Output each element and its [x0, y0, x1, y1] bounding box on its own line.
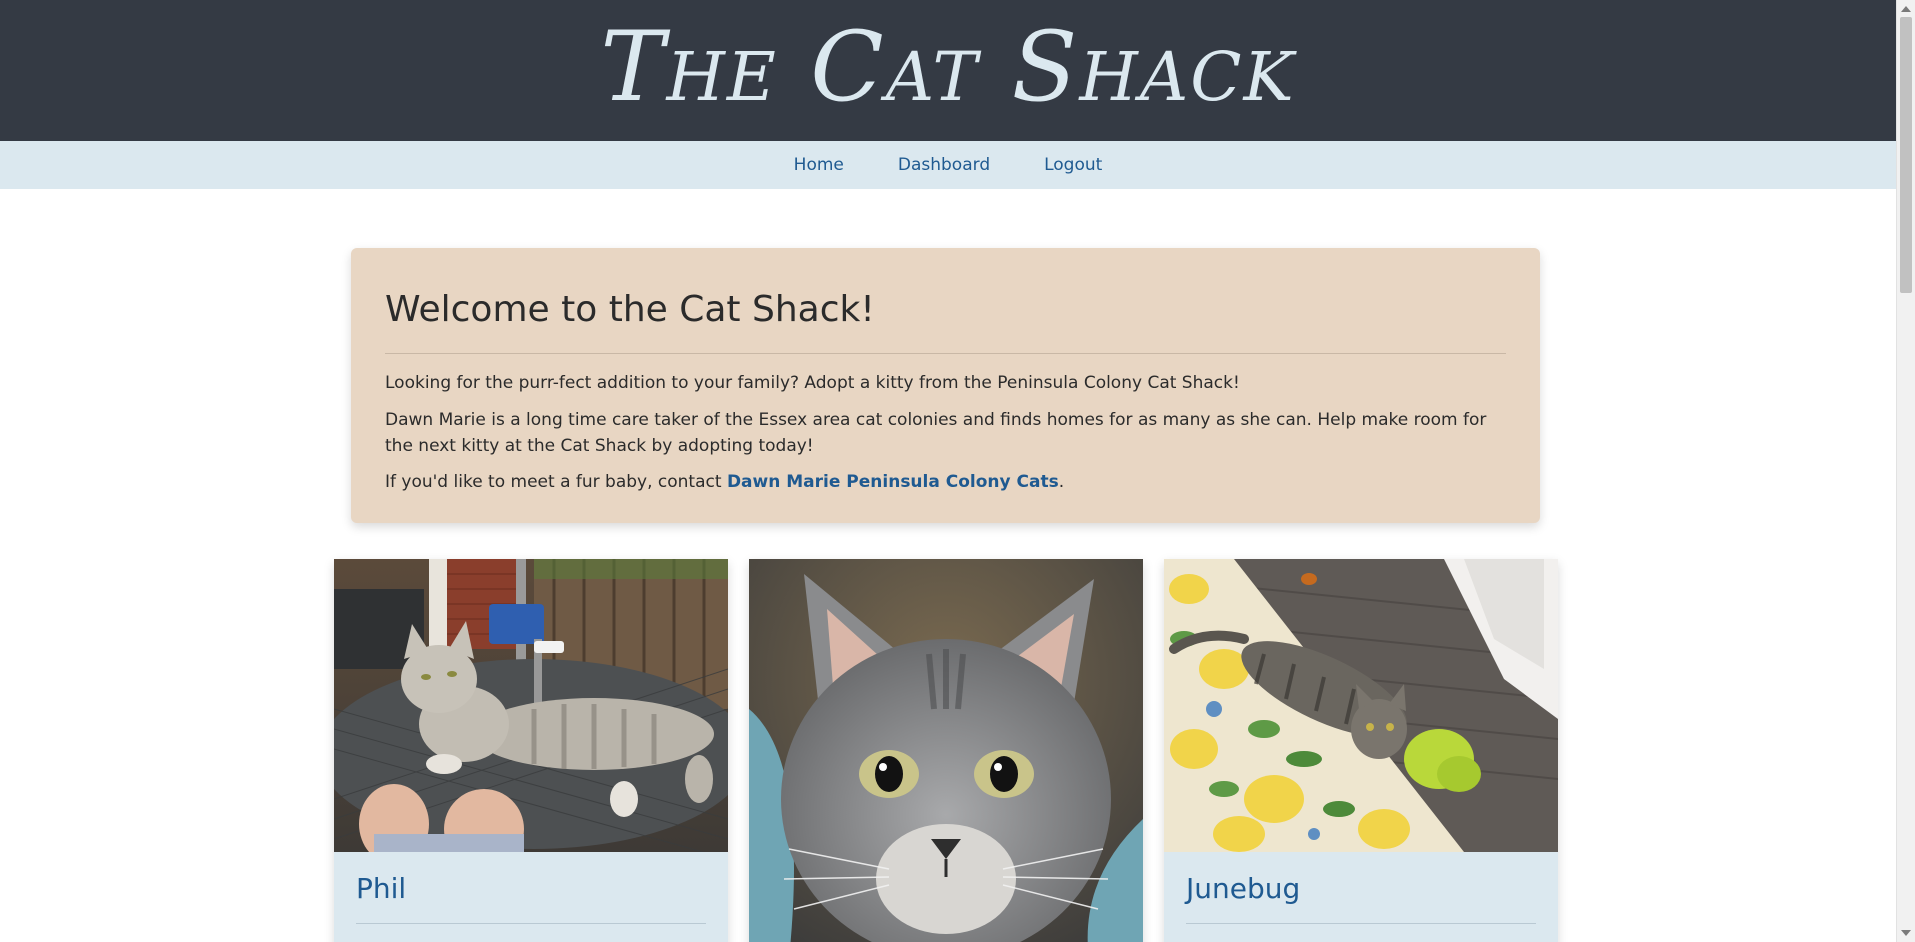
cat-card-2[interactable] [749, 559, 1143, 942]
scroll-down-arrow-icon[interactable] [1901, 930, 1911, 936]
nav-dashboard-link[interactable]: Dashboard [898, 155, 990, 175]
welcome-paragraph-2: Dawn Marie is a long time care taker of … [385, 409, 1487, 456]
cat-card-junebug[interactable]: Junebug [1164, 559, 1558, 942]
main-nav: Home Dashboard Logout [0, 141, 1896, 189]
cat-photo-phil-image [334, 559, 728, 852]
cat-photo-junebug-image [1164, 559, 1558, 852]
cat-card-divider [356, 923, 706, 924]
cat-name-junebug[interactable]: Junebug [1186, 872, 1536, 905]
site-header: The Cat Shack [0, 0, 1896, 141]
vertical-scrollbar[interactable] [1896, 0, 1915, 942]
nav-home-link[interactable]: Home [794, 155, 844, 175]
cat-photo-2-image [749, 559, 1143, 942]
scroll-up-arrow-icon[interactable] [1901, 6, 1911, 12]
contact-suffix: . [1058, 472, 1065, 493]
welcome-heading: Welcome to the Cat Shack! [385, 289, 875, 330]
page: The Cat Shack Home Dashboard Logout Welc… [0, 0, 1915, 942]
cat-card-phil[interactable]: Phil [334, 559, 728, 942]
welcome-paragraph-1: Looking for the purr-fect addition to yo… [385, 373, 1240, 394]
cat-cards: Phil Junebug [334, 559, 1558, 942]
viewport: The Cat Shack Home Dashboard Logout Welc… [0, 0, 1896, 942]
welcome-divider [385, 353, 1506, 355]
welcome-jumbotron: Welcome to the Cat Shack! Looking for th… [351, 248, 1540, 523]
cat-photo-junebug[interactable] [1164, 559, 1558, 852]
nav-logout-link[interactable]: Logout [1044, 155, 1102, 175]
contact-link[interactable]: Dawn Marie Peninsula Colony Cats [727, 472, 1059, 492]
cat-name-phil[interactable]: Phil [356, 872, 706, 905]
cat-card-body-junebug: Junebug [1164, 852, 1558, 942]
cat-card-body-phil: Phil [334, 852, 728, 942]
scrollbar-thumb[interactable] [1900, 17, 1912, 293]
contact-prefix: If you'd like to meet a fur baby, contac… [385, 472, 727, 493]
cat-photo-2[interactable] [749, 559, 1143, 942]
site-title: The Cat Shack [600, 10, 1296, 123]
welcome-paragraph-3: If you'd like to meet a fur baby, contac… [385, 469, 1506, 495]
cat-card-divider [1186, 923, 1536, 924]
cat-photo-phil[interactable] [334, 559, 728, 852]
